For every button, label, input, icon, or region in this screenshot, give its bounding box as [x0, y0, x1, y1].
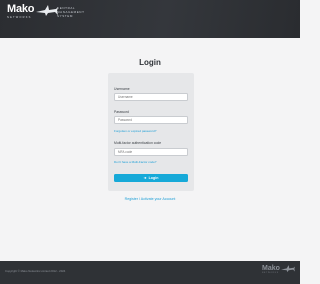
password-input[interactable]: [114, 116, 188, 124]
no-mfa-link[interactable]: Don't have a Multi-Factor code?: [114, 160, 156, 164]
logo-subtitle: NETWORKS: [7, 16, 32, 19]
login-panel: Username Password Forgotten or expired p…: [108, 73, 194, 191]
header-bar: Mako NETWORKS CENTRAL MANAGEMENT SYSTEM: [0, 0, 300, 38]
footer-logo-wordmark: Mako: [262, 265, 280, 272]
mako-logo[interactable]: Mako NETWORKS: [7, 3, 59, 19]
username-label: Username: [114, 87, 130, 91]
sign-in-icon: ➜: [143, 176, 147, 180]
footer-logo-subtitle: NETWORKS: [262, 272, 279, 274]
username-input[interactable]: [114, 93, 188, 101]
register-link[interactable]: Register / Activate your Account: [0, 197, 300, 201]
login-button-label: Login: [148, 176, 159, 180]
footer-logo: Mako NETWORKS: [262, 265, 295, 274]
mfa-code-input[interactable]: [114, 148, 188, 156]
product-name: CENTRAL MANAGEMENT SYSTEM: [57, 6, 85, 18]
copyright-text: Copyright © Mako Networks Limited 2012 -…: [5, 269, 66, 273]
forgot-password-link[interactable]: Forgotten or expired password?: [114, 129, 156, 133]
mfa-label: Multi-factor authentication code: [114, 141, 162, 145]
shark-icon: [36, 5, 59, 16]
logo-wordmark: Mako: [7, 3, 35, 15]
password-label: Password: [114, 110, 129, 114]
login-button[interactable]: ➜ Login: [114, 174, 188, 182]
footer-bar: Copyright © Mako Networks Limited 2012 -…: [0, 261, 300, 284]
page-title: Login: [139, 58, 161, 67]
footer-shark-icon: [280, 265, 295, 273]
